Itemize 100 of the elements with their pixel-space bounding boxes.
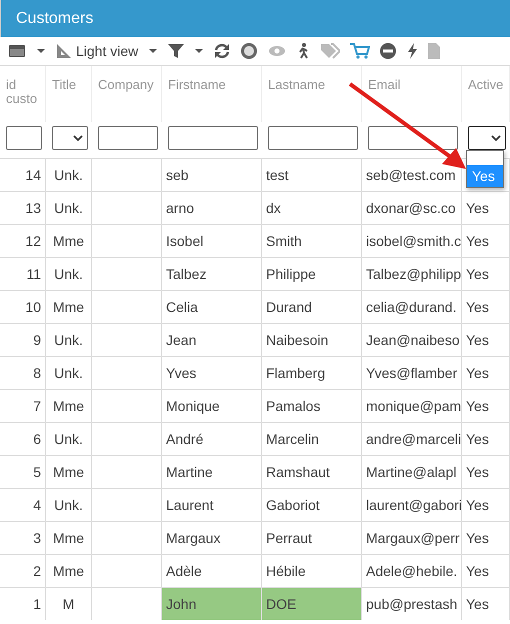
view-menu[interactable]: Light view (56, 40, 138, 62)
table-cell: Pamalos (266, 398, 320, 414)
table-cell: 3 (33, 530, 41, 546)
table-cell: Yves@flamber (366, 365, 458, 381)
table-cell: 2 (33, 563, 41, 579)
filter-field[interactable] (168, 126, 258, 150)
table-cell: Durand (266, 299, 312, 315)
table-cell: 12 (25, 233, 41, 249)
table-cell: Yes (466, 332, 489, 348)
filter-field[interactable] (6, 126, 42, 150)
table-cell: monique@pam (366, 398, 461, 414)
table-cell: arno (166, 200, 194, 216)
table-cell: Ramshaut (266, 464, 330, 480)
table-cell: Mme (52, 233, 84, 249)
table-cell: 4 (33, 497, 41, 513)
table-cell: Laurent (166, 497, 214, 513)
table-cell: Yes (466, 596, 489, 612)
table-cell: test (266, 167, 289, 183)
table-cell: 6 (33, 431, 41, 447)
table-cell: DOE (262, 587, 362, 620)
table-cell: 14 (25, 167, 41, 183)
table-cell: Adèle (166, 563, 202, 579)
filter-field[interactable] (98, 126, 158, 150)
table-cell: seb (166, 167, 189, 183)
table-cell: Mme (52, 563, 84, 579)
table-cell: Marcelin (266, 431, 319, 447)
table-cell: Jean@naibeso (366, 332, 460, 348)
chevron-icon (73, 134, 83, 142)
table-cell: Hébile (266, 563, 306, 579)
table-cell: Celia (166, 299, 198, 315)
dropdown-option[interactable]: Yes (467, 165, 503, 187)
table-cell: John (162, 587, 262, 620)
table-cell: Yes (466, 431, 489, 447)
table-cell: 9 (33, 332, 41, 348)
table-cell: dx (266, 200, 281, 216)
filter-icon[interactable] (168, 43, 184, 59)
filter-field[interactable] (268, 126, 358, 150)
table-cell: Yes (466, 398, 489, 414)
column-header[interactable]: Firstname (168, 78, 261, 92)
table-cell: Mme (52, 398, 84, 414)
table-cell: Yes (466, 530, 489, 546)
table-cell: Yes (466, 233, 489, 249)
table-cell: Gaboriot (266, 497, 320, 513)
table-cell: 5 (33, 464, 41, 480)
minus-circle-icon[interactable] (380, 43, 396, 59)
column-header[interactable]: Company (98, 78, 161, 92)
table-cell: Mme (52, 299, 84, 315)
table-cell: Perraut (266, 530, 312, 546)
table-cell: Jean (166, 332, 196, 348)
table-cell: André (166, 431, 204, 447)
table-cell: Unk. (54, 200, 83, 216)
lightning-icon[interactable] (406, 43, 418, 59)
column-header[interactable]: Email (368, 78, 461, 92)
table-cell: Yes (466, 200, 489, 216)
cart-icon[interactable] (350, 43, 370, 59)
table-cell: 10 (25, 299, 41, 315)
table-cell: Yves (166, 365, 196, 381)
table-cell: 11 (26, 266, 41, 282)
filter-dropdown[interactable] (468, 126, 506, 150)
table-cell: 8 (33, 365, 41, 381)
table-cell: Mme (52, 530, 84, 546)
table-cell: andre@marceli (366, 431, 461, 447)
table-cell: Margaux@perr (366, 530, 460, 546)
table-cell: Unk. (54, 497, 83, 513)
column-header[interactable]: Lastname (268, 78, 361, 92)
table-cell: Yes (466, 563, 489, 579)
table-cell: Naibesoin (266, 332, 328, 348)
column-header[interactable]: Title (52, 78, 91, 92)
column-header[interactable]: Active (468, 78, 509, 92)
table-cell: Talbez (166, 266, 206, 282)
table-cell: Isobel (166, 233, 204, 249)
table-cell: Unk. (54, 431, 83, 447)
table-cell: 13 (25, 200, 41, 216)
avatar-icon[interactable] (240, 43, 258, 59)
table-cell: Martine (166, 464, 213, 480)
table-cell: Margaux (166, 530, 220, 546)
filter-field[interactable] (368, 126, 458, 150)
table-cell: isobel@smith.c (366, 233, 461, 249)
table-cell: Smith (266, 233, 302, 249)
table-cell: laurent@gabori (366, 497, 461, 513)
table-cell: Yes (466, 464, 489, 480)
table-cell: pub@prestash (366, 596, 458, 612)
table-cell: celia@durand. (366, 299, 456, 315)
table-cell: Mme (52, 464, 84, 480)
window-icon[interactable] (8, 43, 26, 59)
table-cell: Unk. (54, 266, 83, 282)
column-header[interactable]: id custo (6, 78, 45, 106)
table-cell: 7 (33, 398, 41, 414)
table-cell: Unk. (54, 167, 83, 183)
table-cell: 1 (33, 596, 41, 612)
table-cell: Yes (466, 365, 489, 381)
table-cell: Yes (466, 497, 489, 513)
table-cell: Unk. (54, 365, 83, 381)
filter-dropdown[interactable] (52, 126, 88, 150)
refresh-icon[interactable] (214, 43, 230, 59)
table-cell: Monique (166, 398, 220, 414)
table-cell: Flamberg (266, 365, 326, 381)
table-cell: Yes (466, 299, 489, 315)
panel-title: Customers (0, 0, 510, 37)
table-cell: Yes (466, 266, 489, 282)
